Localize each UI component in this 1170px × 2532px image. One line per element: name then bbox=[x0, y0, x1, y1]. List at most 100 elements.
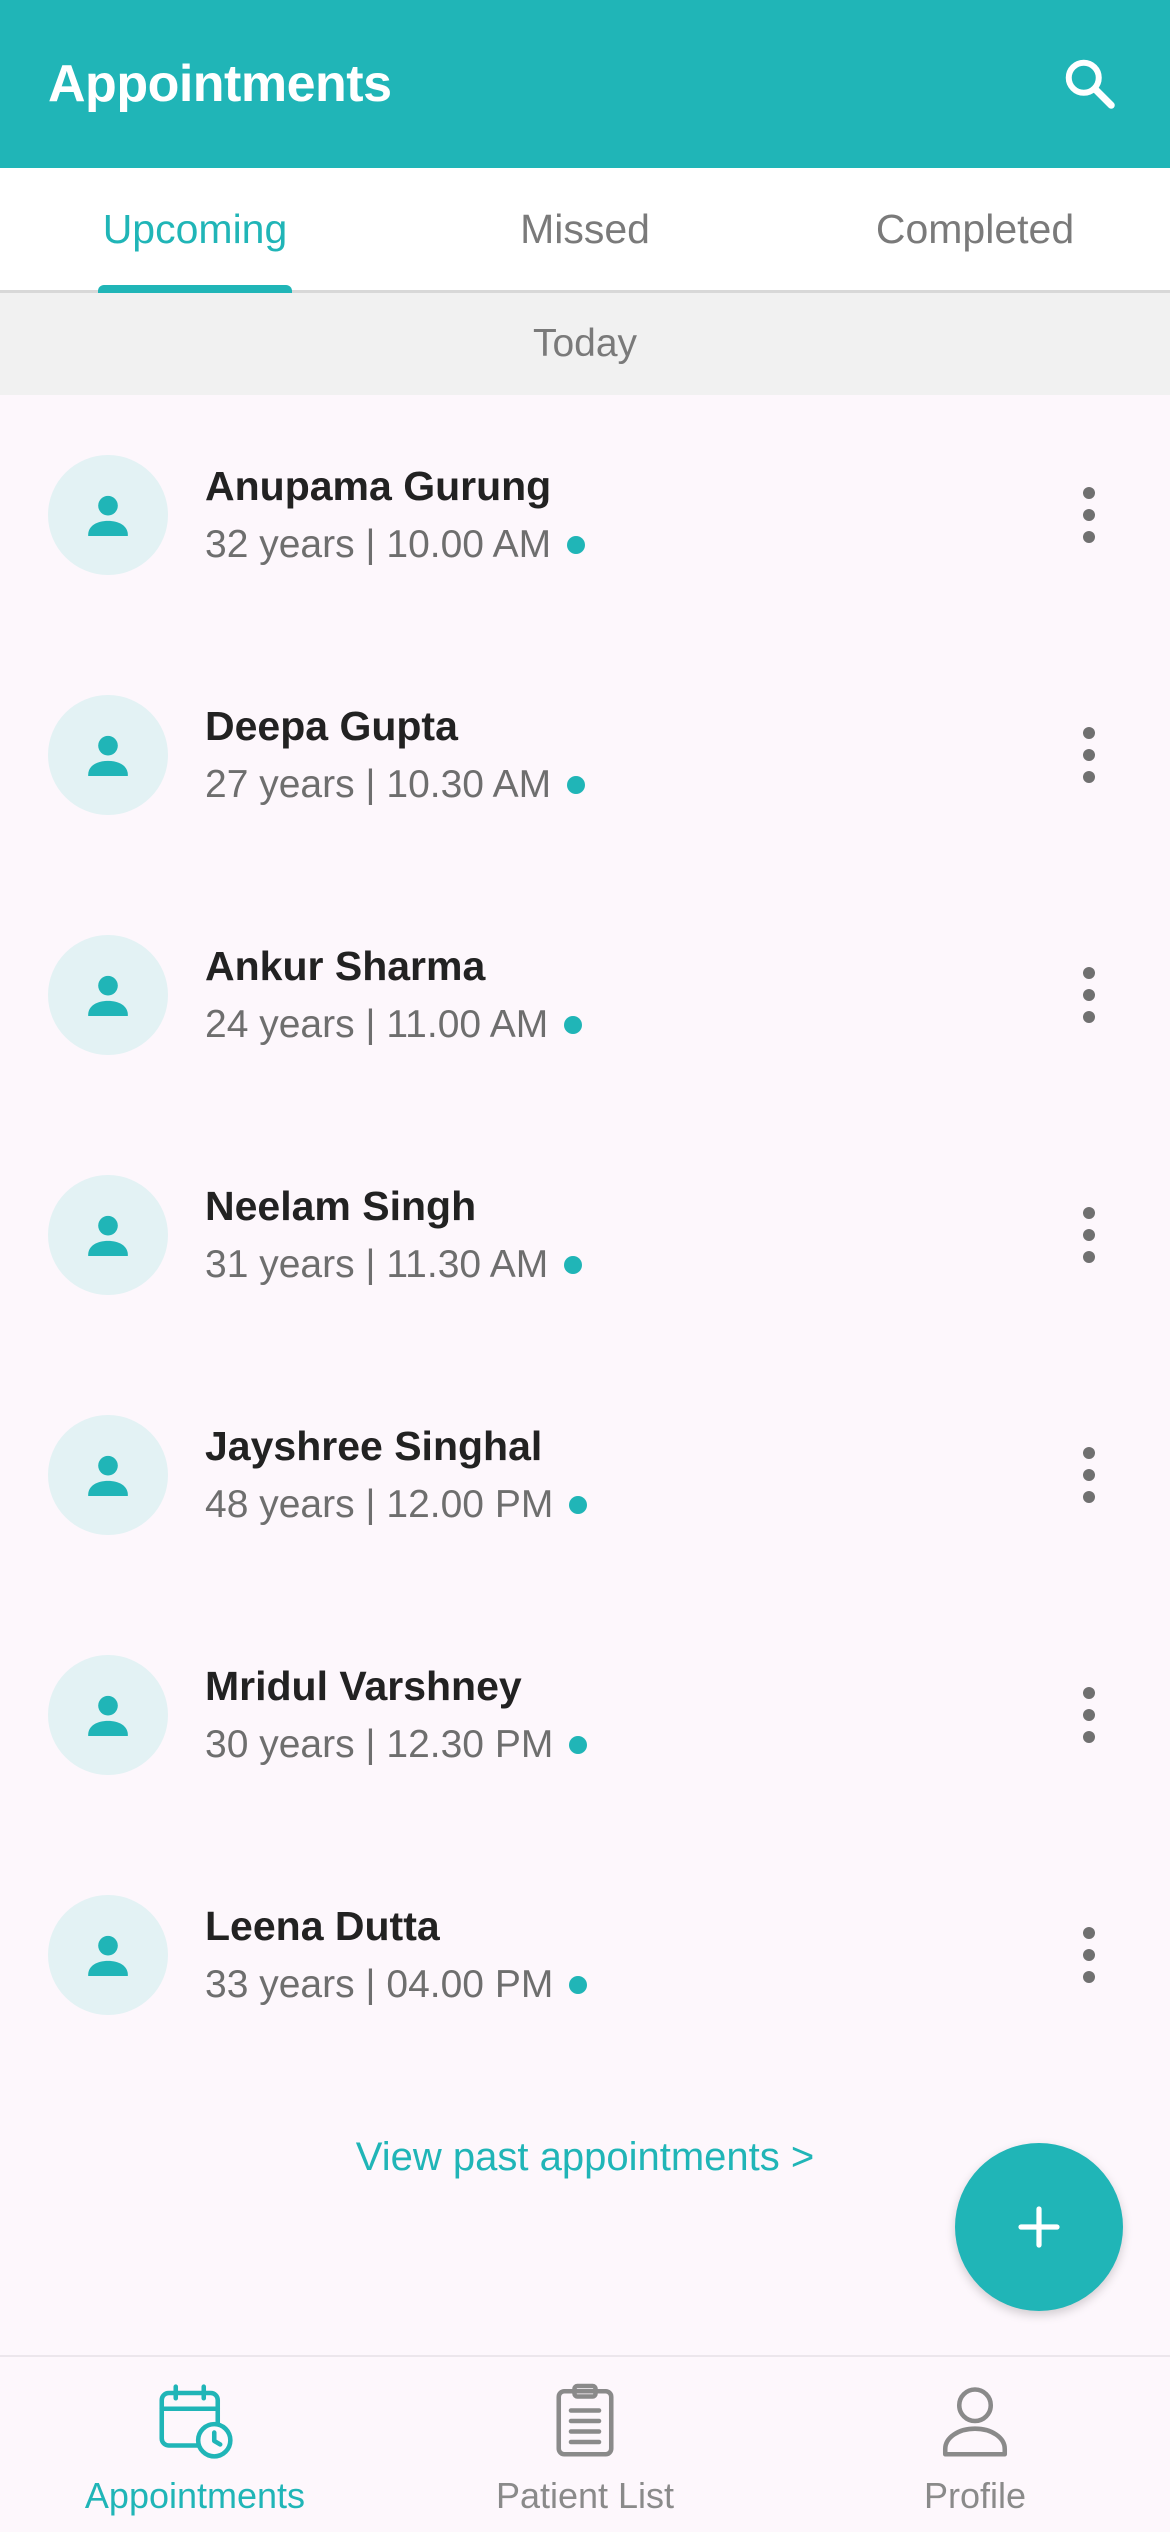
tab-missed[interactable]: Missed bbox=[390, 168, 780, 290]
status-dot bbox=[567, 536, 586, 554]
appointment-row[interactable]: Ankur Sharma 24 years | 11.00 AM bbox=[0, 875, 1170, 1115]
age-time-text: 30 years | 12.30 PM bbox=[205, 1723, 554, 1766]
person-outline-icon bbox=[929, 2375, 1021, 2467]
avatar bbox=[48, 455, 168, 575]
avatar bbox=[48, 1895, 168, 2015]
status-dot bbox=[569, 1976, 588, 1994]
appointment-meta: 48 years | 12.00 PM bbox=[205, 1480, 1049, 1530]
age-time-text: 33 years | 04.00 PM bbox=[205, 1963, 554, 2006]
appointment-meta: 32 years | 10.00 AM bbox=[205, 520, 1049, 570]
plus-icon bbox=[1018, 2206, 1060, 2248]
page-title: Appointments bbox=[48, 55, 392, 113]
patient-name: Jayshree Singhal bbox=[205, 1423, 543, 1469]
more-options-button[interactable] bbox=[1049, 1675, 1129, 1755]
more-vert-icon bbox=[1083, 487, 1095, 499]
more-vert-icon bbox=[1083, 1687, 1095, 1699]
appointment-info: Neelam Singh 31 years | 11.30 AM bbox=[205, 1180, 1049, 1290]
active-tab-indicator bbox=[98, 285, 292, 293]
more-vert-icon bbox=[1083, 1207, 1095, 1219]
appointment-meta: 30 years | 12.30 PM bbox=[205, 1720, 1049, 1770]
appointment-row[interactable]: Neelam Singh 31 years | 11.30 AM bbox=[0, 1115, 1170, 1355]
more-options-button[interactable] bbox=[1049, 715, 1129, 795]
appointment-row[interactable]: Anupama Gurung 32 years | 10.00 AM bbox=[0, 395, 1170, 635]
more-vert-icon bbox=[1083, 1709, 1095, 1721]
more-options-button[interactable] bbox=[1049, 475, 1129, 555]
appointment-meta: 27 years | 10.30 AM bbox=[205, 760, 1049, 810]
nav-profile[interactable]: Profile bbox=[780, 2357, 1170, 2532]
avatar bbox=[48, 1175, 168, 1295]
patient-name: Anupama Gurung bbox=[205, 463, 552, 509]
appointment-row[interactable]: Deepa Gupta 27 years | 10.30 AM bbox=[0, 635, 1170, 875]
appointment-info: Jayshree Singhal 48 years | 12.00 PM bbox=[205, 1420, 1049, 1530]
more-options-button[interactable] bbox=[1049, 1435, 1129, 1515]
appointment-info: Leena Dutta 33 years | 04.00 PM bbox=[205, 1900, 1049, 2010]
clipboard-icon bbox=[539, 2375, 631, 2467]
more-vert-icon bbox=[1083, 1011, 1095, 1023]
section-header-today: Today bbox=[0, 293, 1170, 395]
more-vert-icon bbox=[1083, 531, 1095, 543]
nav-label: Patient List bbox=[495, 2475, 675, 2516]
age-time-text: 24 years | 11.00 AM bbox=[205, 1003, 549, 1046]
more-vert-icon bbox=[1083, 1469, 1095, 1481]
more-options-button[interactable] bbox=[1049, 1195, 1129, 1275]
avatar bbox=[48, 695, 168, 815]
app-bar: Appointments bbox=[0, 0, 1170, 168]
status-dot bbox=[564, 1016, 583, 1034]
age-time-text: 31 years | 11.30 AM bbox=[205, 1243, 549, 1286]
more-vert-icon bbox=[1083, 1731, 1095, 1743]
more-vert-icon bbox=[1083, 967, 1095, 979]
more-vert-icon bbox=[1083, 1491, 1095, 1503]
more-options-button[interactable] bbox=[1049, 955, 1129, 1035]
patient-name: Neelam Singh bbox=[205, 1183, 477, 1229]
age-time-text: 27 years | 10.30 AM bbox=[205, 763, 552, 806]
appointment-info: Mridul Varshney 30 years | 12.30 PM bbox=[205, 1660, 1049, 1770]
age-time-text: 32 years | 10.00 AM bbox=[205, 523, 552, 566]
appointment-info: Anupama Gurung 32 years | 10.00 AM bbox=[205, 460, 1049, 570]
bottom-navigation: Appointments Patient List Profile bbox=[0, 2355, 1170, 2532]
search-button[interactable] bbox=[1050, 44, 1130, 124]
section-label: Today bbox=[532, 322, 638, 365]
app-root: Appointments Upcoming Missed Completed T… bbox=[0, 0, 1170, 2532]
nav-patient-list[interactable]: Patient List bbox=[390, 2357, 780, 2532]
appointment-meta: 24 years | 11.00 AM bbox=[205, 1000, 1049, 1050]
person-icon bbox=[88, 495, 128, 536]
more-vert-icon bbox=[1083, 1971, 1095, 1983]
more-vert-icon bbox=[1083, 727, 1095, 739]
tab-label: Completed bbox=[875, 205, 1075, 252]
appointment-meta: 33 years | 04.00 PM bbox=[205, 1960, 1049, 2010]
appointment-row[interactable]: Jayshree Singhal 48 years | 12.00 PM bbox=[0, 1355, 1170, 1595]
patient-name: Deepa Gupta bbox=[205, 703, 458, 749]
add-appointment-button[interactable] bbox=[955, 2143, 1123, 2311]
calendar-clock-icon bbox=[149, 2375, 241, 2467]
more-vert-icon bbox=[1083, 771, 1095, 783]
tab-completed[interactable]: Completed bbox=[780, 168, 1170, 290]
more-vert-icon bbox=[1083, 1949, 1095, 1961]
more-vert-icon bbox=[1083, 749, 1095, 761]
person-icon bbox=[88, 1695, 128, 1736]
more-vert-icon bbox=[1083, 509, 1095, 521]
patient-name: Leena Dutta bbox=[205, 1903, 440, 1949]
appointment-list: Anupama Gurung 32 years | 10.00 AM Deepa… bbox=[0, 395, 1170, 2075]
tab-upcoming[interactable]: Upcoming bbox=[0, 168, 390, 293]
more-vert-icon bbox=[1083, 1927, 1095, 1939]
person-icon bbox=[88, 1935, 128, 1976]
more-options-button[interactable] bbox=[1049, 1915, 1129, 1995]
age-time-text: 48 years | 12.00 PM bbox=[205, 1483, 554, 1526]
avatar bbox=[48, 1655, 168, 1775]
more-vert-icon bbox=[1083, 1229, 1095, 1241]
more-vert-icon bbox=[1083, 1447, 1095, 1459]
more-vert-icon bbox=[1083, 1251, 1095, 1263]
nav-appointments[interactable]: Appointments bbox=[0, 2357, 390, 2532]
avatar bbox=[48, 935, 168, 1055]
appointment-row[interactable]: Mridul Varshney 30 years | 12.30 PM bbox=[0, 1595, 1170, 1835]
status-dot bbox=[569, 1736, 588, 1754]
status-dot bbox=[567, 776, 586, 794]
person-icon bbox=[88, 1215, 128, 1256]
person-icon bbox=[88, 1455, 128, 1496]
tab-bar: Upcoming Missed Completed bbox=[0, 168, 1170, 293]
appointment-row[interactable]: Leena Dutta 33 years | 04.00 PM bbox=[0, 1835, 1170, 2075]
patient-name: Mridul Varshney bbox=[205, 1663, 522, 1709]
status-dot bbox=[564, 1256, 583, 1274]
person-icon bbox=[88, 735, 128, 776]
nav-label: Profile bbox=[923, 2475, 1027, 2516]
